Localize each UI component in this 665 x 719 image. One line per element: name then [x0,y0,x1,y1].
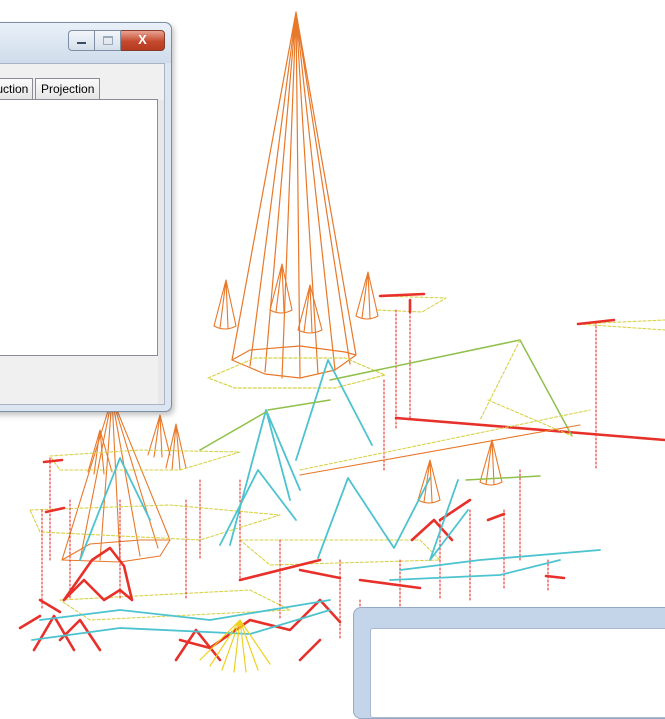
spire-base-footprint [207,357,386,389]
tab-projection[interactable]: Projection [35,78,101,99]
secondary-window-content [370,628,665,718]
maximize-icon[interactable] [94,30,121,51]
dialog-scrollbar[interactable] [158,100,164,404]
highlighted-cone [199,619,271,673]
dialog-titlebar[interactable]: X [0,23,171,63]
tab-content-panel [0,99,158,356]
dialog-client-area: truction Projection [0,63,165,405]
tab-construction[interactable]: truction [0,78,33,99]
orange-guides [299,424,581,476]
close-icon[interactable]: X [121,30,165,51]
properties-dialog: X truction Projection [0,22,172,412]
minimize-icon[interactable] [68,30,94,51]
secondary-window [353,607,665,719]
roof-lines-dashed [299,339,591,471]
roof-ridges [199,339,573,481]
dialog-tab-strip: truction Projection [0,78,101,100]
tall-spire-cone [231,11,357,379]
